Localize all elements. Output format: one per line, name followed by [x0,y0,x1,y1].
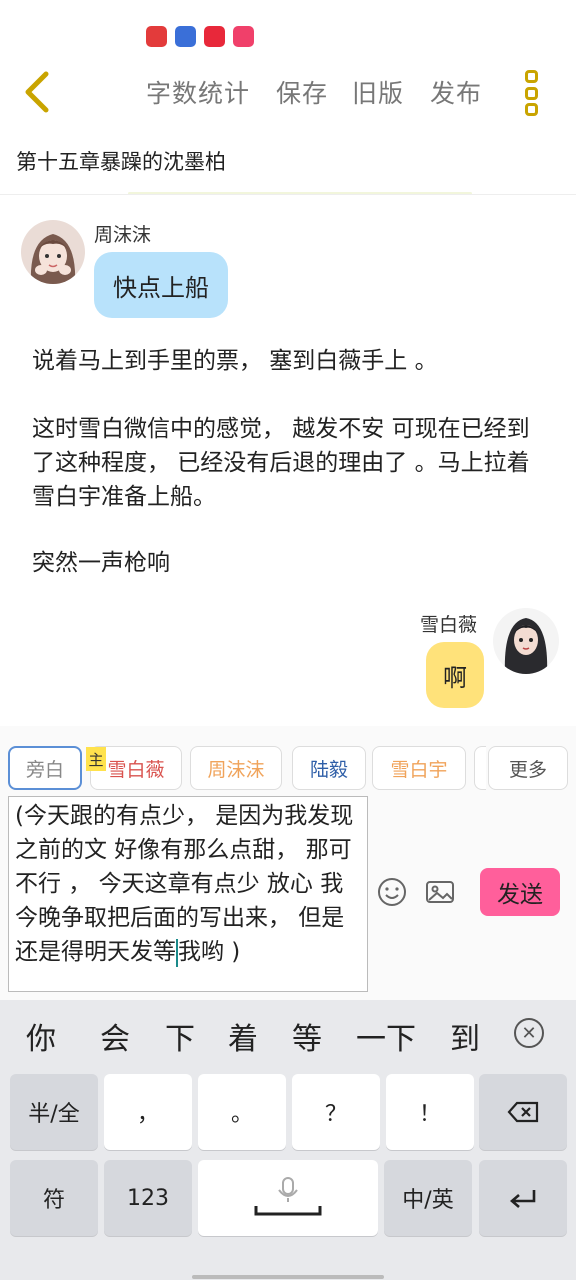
status-bar [0,0,576,56]
editor-toolbar: 字数统计 保存 旧版 发布 [0,60,576,126]
more-dot-icon [524,70,538,83]
role-chip[interactable]: 旁白 [8,746,82,790]
app-icon-red-heart [146,26,167,47]
message-bubble[interactable]: 啊 [426,642,484,708]
space-key[interactable] [198,1160,378,1236]
sender-name: 周沫沫 [94,224,152,246]
emoji-button[interactable] [376,876,408,908]
more-menu-button[interactable] [520,70,542,116]
narration-paragraph[interactable]: 突然一声枪响 [32,546,552,580]
numbers-key[interactable]: 123 [104,1160,192,1236]
image-icon [426,881,454,903]
girl-avatar-icon [493,608,559,674]
half-full-width-key[interactable]: 半/全 [10,1074,98,1150]
old-version-button[interactable]: 旧版 [352,74,404,110]
enter-key[interactable] [479,1160,567,1236]
close-candidates-icon[interactable]: ✕ [514,1018,544,1048]
publish-button[interactable]: 发布 [430,74,482,110]
candidate-word[interactable]: 一下 [356,1014,416,1058]
insert-image-button[interactable] [424,876,456,908]
home-indicator[interactable] [192,1275,384,1279]
enter-icon [510,1190,536,1208]
language-switch-key[interactable]: 中/英 [384,1160,472,1236]
candidate-word[interactable]: 着 [228,1014,258,1058]
narration-paragraph[interactable]: 说着马上到手里的票， 塞到白薇手上 。 [32,344,552,378]
main-role-tag: 主 [86,747,106,771]
message-bubble[interactable]: 快点上船 [94,252,228,318]
send-button[interactable]: 发送 [480,868,560,916]
more-roles-button[interactable]: 更多 [488,746,568,790]
smiley-icon [378,878,406,906]
candidate-word[interactable]: 到 [450,1014,480,1058]
punctuation-key[interactable]: ， [104,1074,192,1150]
role-chip[interactable]: 雪白宇 [372,746,466,790]
punctuation-key[interactable]: ！ [386,1074,474,1150]
role-chip-overflow[interactable] [474,746,486,790]
role-chip[interactable]: 周沫沫 [190,746,282,790]
backspace-key[interactable] [479,1074,567,1150]
candidate-word[interactable]: 会 [100,1014,130,1058]
divider [0,194,576,195]
word-count-button[interactable]: 字数统计 [146,74,250,110]
back-button[interactable] [18,70,58,114]
notification-icons [146,26,254,47]
app-icon-video-play [233,26,254,47]
backspace-icon [507,1101,539,1123]
girl-avatar-icon [21,220,85,284]
punctuation-key[interactable]: ？ [292,1074,380,1150]
avatar-zhoumomo[interactable] [21,220,85,284]
app-icon-compass [175,26,196,47]
candidate-word[interactable]: 下 [165,1014,195,1058]
punctuation-key[interactable]: 。 [198,1074,286,1150]
more-dot-icon [524,86,538,100]
microphone-icon [254,1177,322,1216]
save-button[interactable]: 保存 [276,74,328,110]
sender-name: 雪白薇 [420,614,478,636]
chevron-left-icon [25,71,49,113]
app-icon-xiaohongshu [204,26,225,47]
more-dot-icon [524,103,538,116]
input-text-after: 我哟 ) [178,939,241,965]
message-input[interactable]: (今天跟的有点少， 是因为我发现之前的文 好像有那么点甜， 那可不行 ， 今天这… [8,796,368,992]
symbols-key[interactable]: 符 [10,1160,98,1236]
narration-paragraph[interactable]: 这时雪白微信中的感觉， 越发不安 可现在已经到了这种程度， 已经没有后退的理由了… [32,412,552,514]
role-chip[interactable]: 陆毅 [292,746,366,790]
candidate-word[interactable]: 你 [26,1014,56,1058]
chapter-title[interactable]: 第十五章暴躁的沈墨柏 [16,146,226,176]
avatar-xuebaiwei[interactable] [493,608,559,674]
candidate-word[interactable]: 等 [292,1014,322,1058]
